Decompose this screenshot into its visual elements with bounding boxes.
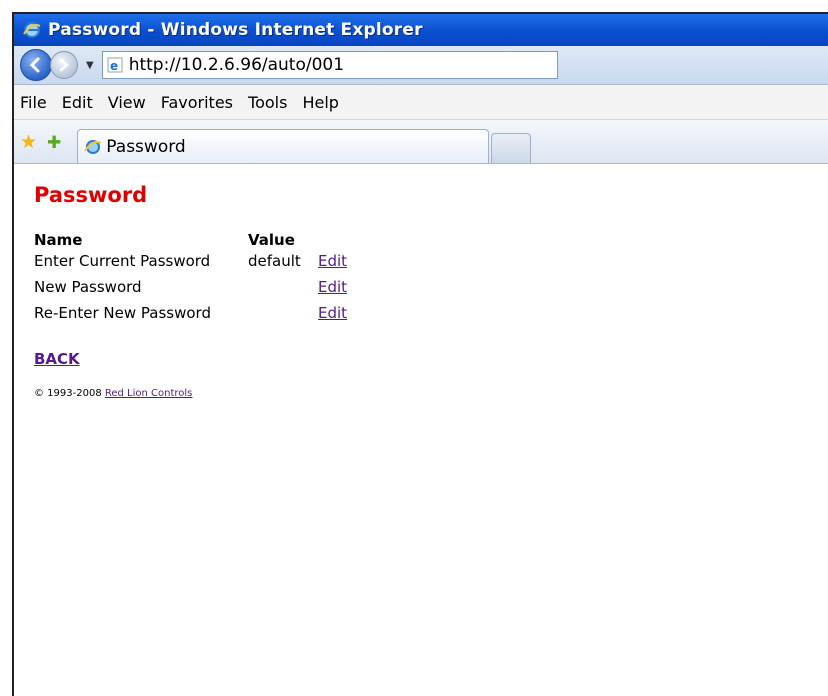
ie-icon: [23, 22, 41, 38]
address-bar: ▼ e http://10.2.6.96/auto/001: [14, 46, 828, 85]
menu-tools[interactable]: Tools: [248, 93, 287, 112]
footer: © 1993-2008 Red Lion Controls: [34, 388, 808, 399]
history-dropdown-button[interactable]: ▼: [86, 60, 94, 71]
ie-page-icon: e: [107, 57, 123, 73]
page-title: Password: [34, 183, 148, 207]
edit-link[interactable]: Edit: [318, 278, 347, 296]
table-header-row: Name Value: [34, 231, 347, 252]
menu-favorites[interactable]: Favorites: [161, 93, 233, 112]
new-tab-button[interactable]: [491, 133, 532, 163]
window-title: Password - Windows Internet Explorer: [48, 20, 423, 40]
add-favorite-icon[interactable]: ✚: [47, 133, 61, 153]
favorites-star-icon[interactable]: ★: [20, 131, 37, 153]
copyright-text: © 1993-2008: [34, 388, 105, 399]
forward-arrow-icon: [59, 58, 69, 72]
edit-link[interactable]: Edit: [318, 252, 347, 270]
back-button[interactable]: [20, 49, 52, 81]
row-value: [248, 304, 318, 330]
title-bar: Password - Windows Internet Explorer: [14, 14, 828, 46]
row-name: Enter Current Password: [34, 252, 211, 270]
table-row: New Password Edit: [34, 278, 347, 304]
back-link[interactable]: BACK: [34, 350, 80, 368]
url-field[interactable]: e http://10.2.6.96/auto/001: [101, 51, 558, 79]
row-value: [248, 278, 318, 304]
menu-edit[interactable]: Edit: [62, 93, 93, 112]
tab-password[interactable]: Password: [77, 129, 490, 163]
row-name: Re-Enter New Password: [34, 304, 211, 322]
ie-tab-icon: [84, 139, 102, 154]
menu-file[interactable]: File: [20, 93, 47, 112]
tab-bar: ★ ✚ Password: [14, 120, 828, 164]
page-content: Password Name Value Enter Current Passwo…: [14, 164, 828, 418]
browser-window: Password - Windows Internet Explorer ▼ e…: [12, 12, 828, 696]
header-value: Value: [248, 231, 295, 249]
company-link[interactable]: Red Lion Controls: [105, 388, 193, 399]
back-arrow-icon: [29, 57, 40, 73]
menu-help[interactable]: Help: [302, 93, 338, 112]
header-action: [318, 231, 347, 252]
password-table: Name Value Enter Current Password defaul…: [34, 231, 347, 330]
menu-bar: File Edit View Favorites Tools Help: [14, 85, 828, 120]
edit-link[interactable]: Edit: [318, 304, 347, 322]
table-row: Re-Enter New Password Edit: [34, 304, 347, 330]
forward-button[interactable]: [50, 51, 78, 79]
header-name: Name: [34, 231, 83, 249]
table-row: Enter Current Password default Edit: [34, 252, 347, 278]
tab-label: Password: [106, 136, 186, 157]
url-text: http://10.2.6.96/auto/001: [128, 55, 345, 75]
row-value: default: [248, 252, 301, 270]
row-name: New Password: [34, 278, 142, 296]
svg-text:e: e: [110, 59, 118, 73]
menu-view[interactable]: View: [108, 93, 146, 112]
